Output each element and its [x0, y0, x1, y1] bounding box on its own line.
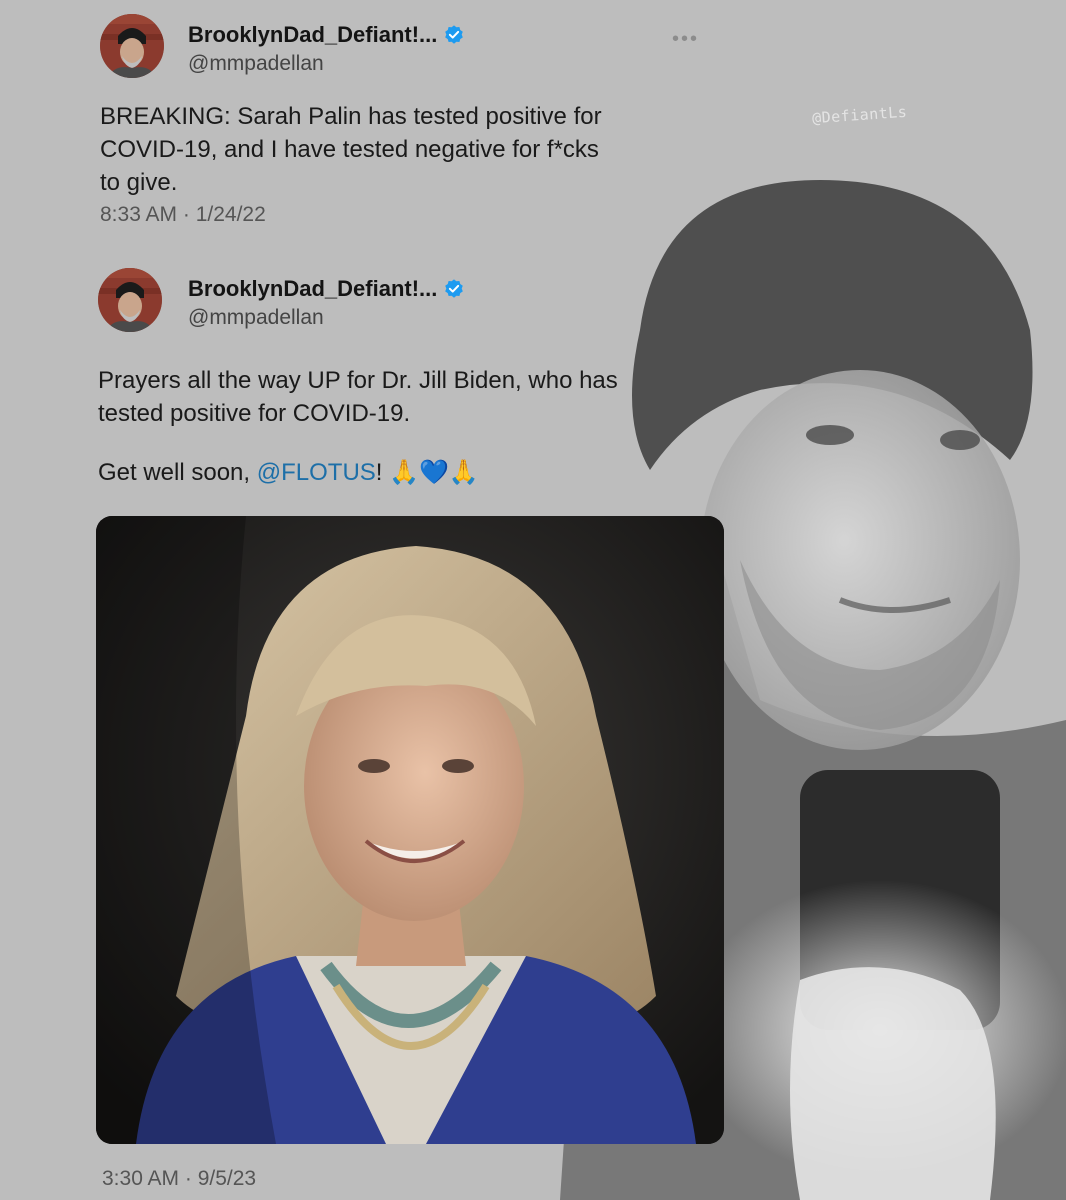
- tweet-text-prefix: Get well soon,: [98, 459, 257, 486]
- tweet-text-line: to give.: [100, 169, 178, 196]
- handle[interactable]: @mmpadellan: [188, 52, 324, 76]
- mention-link[interactable]: @FLOTUS: [257, 459, 376, 486]
- tweet-header: BrooklynDad_Defiant!... @mmpadellan •••: [100, 14, 720, 84]
- tweet-1[interactable]: BrooklynDad_Defiant!... @mmpadellan ••• …: [100, 14, 720, 227]
- name-row: BrooklynDad_Defiant!...: [188, 276, 465, 302]
- tweet-text-line: Prayers all the way UP for Dr. Jill Bide…: [98, 367, 618, 394]
- tweet-text-line: COVID-19, and I have tested negative for…: [100, 136, 599, 163]
- tweet-text-line: tested positive for COVID-19.: [98, 400, 411, 427]
- tweet-timestamp[interactable]: 3:30 AM · 9/5/23: [102, 1167, 256, 1191]
- tweet-header: BrooklynDad_Defiant!... @mmpadellan: [98, 268, 738, 338]
- more-options-icon[interactable]: •••: [672, 28, 699, 51]
- verified-badge-icon: [445, 279, 464, 298]
- display-name[interactable]: BrooklynDad_Defiant!...: [188, 22, 437, 48]
- portrait-photo: [96, 516, 724, 1144]
- avatar[interactable]: [100, 14, 164, 78]
- tweet-2[interactable]: BrooklynDad_Defiant!... @mmpadellan Pray…: [98, 268, 738, 489]
- handle[interactable]: @mmpadellan: [188, 306, 324, 330]
- verified-badge-icon: [445, 25, 464, 44]
- avatar[interactable]: [98, 268, 162, 332]
- display-name[interactable]: BrooklynDad_Defiant!...: [188, 276, 437, 302]
- tweet-text: Prayers all the way UP for Dr. Jill Bide…: [98, 364, 738, 489]
- tweet-image[interactable]: [96, 516, 724, 1144]
- name-row: BrooklynDad_Defiant!...: [188, 22, 465, 48]
- tweet-timestamp[interactable]: 8:33 AM · 1/24/22: [100, 203, 720, 227]
- tweet-text-suffix: ! 🙏💙🙏: [375, 459, 479, 486]
- tweet-text: BREAKING: Sarah Palin has tested positiv…: [100, 100, 720, 199]
- tweet-text-line: BREAKING: Sarah Palin has tested positiv…: [100, 103, 602, 130]
- tweet-text-line-2: Get well soon, @FLOTUS! 🙏💙🙏: [98, 456, 738, 489]
